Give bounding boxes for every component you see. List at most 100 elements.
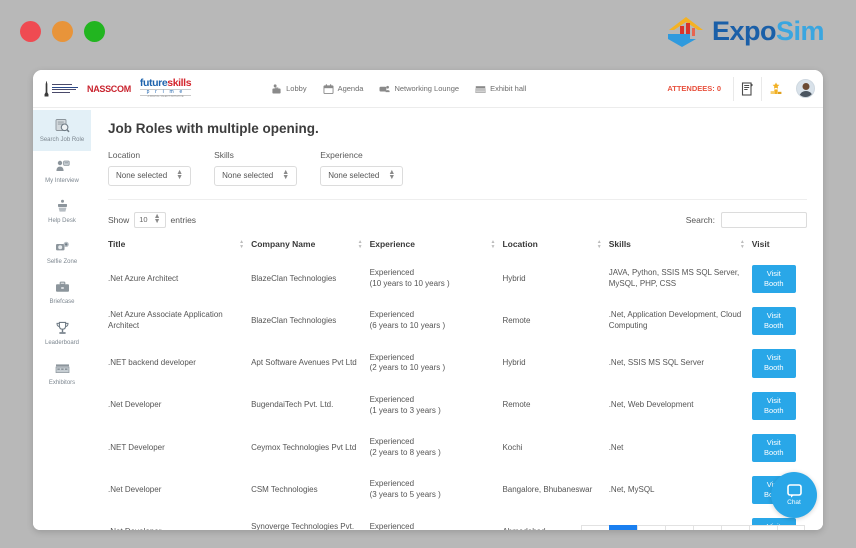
visit-booth-button[interactable]: VisitBooth — [751, 307, 796, 336]
sidebar-item-briefcase-label: Briefcase — [49, 299, 75, 305]
cell-visit: VisitBooth — [751, 258, 807, 300]
filter-skills-select[interactable]: None selected ▲ ▼ — [214, 166, 298, 186]
cell-location: Remote — [502, 315, 531, 325]
cell-visit: VisitBooth — [751, 300, 807, 342]
sort-icon: ▲ ▼ — [490, 238, 496, 251]
column-header-visit-label: Visit — [751, 238, 770, 249]
filter-location-value: None selected — [116, 171, 168, 181]
job-roles-table: Title ▲ ▼ Company Name ▲ ▼ Experience ▲ ▼ Loca… — [108, 239, 807, 530]
chat-widget-button[interactable]: Chat — [771, 472, 817, 518]
sidebar-item-my-interview-label: My Interview — [45, 177, 79, 184]
leaderboard-button[interactable] — [761, 76, 789, 101]
filter-experience-select[interactable]: None selected ▲ ▼ — [320, 166, 404, 186]
column-header-experience-label: Experience — [369, 238, 415, 249]
cell-title: .Net Developer — [108, 484, 162, 494]
visit-booth-line2: Booth — [763, 447, 784, 457]
nav-item-networking-lounge[interactable]: Networking Lounge — [379, 84, 459, 94]
sort-icon: ▲ ▼ — [596, 238, 602, 251]
pagination-button[interactable] — [581, 525, 609, 530]
nav-item-agenda[interactable]: Agenda — [323, 83, 363, 94]
primary-nav: Lobby Agenda Networking Lounge Exhibit h… — [271, 83, 526, 94]
experience-level: Experienced — [369, 268, 415, 278]
visit-booth-button[interactable]: VisitBooth — [751, 264, 796, 294]
cell-company: CSM Technologies — [251, 484, 318, 494]
cell-company: BlazeClan Technologies — [251, 315, 337, 325]
cell-experience: Experienced (2 years to 8 years ) — [370, 427, 503, 469]
chevron-updown-icon: ▲ ▼ — [388, 169, 396, 181]
sidebar-item-briefcase[interactable]: Briefcase — [33, 272, 91, 313]
government-emblem-logo — [43, 80, 78, 97]
cell-location: Hybrid — [502, 273, 526, 283]
cell-visit: VisitBooth — [751, 385, 807, 427]
column-header-company[interactable]: Company Name ▲ ▼ — [251, 239, 370, 258]
table-body: .Net Azure Architect BlazeClan Technologi… — [108, 258, 807, 530]
visit-booth-button[interactable]: VisitBooth — [751, 391, 796, 420]
filter-experience-label: Experience — [320, 150, 363, 160]
column-header-location[interactable]: Location ▲ ▼ — [502, 239, 608, 258]
sidebar-item-search-job-role[interactable]: Search Job Role — [33, 110, 91, 151]
exhibitors-icon — [35, 360, 89, 377]
visit-booth-button[interactable]: VisitBooth — [751, 433, 796, 463]
pagination-button[interactable] — [777, 525, 805, 530]
sidebar-item-my-interview[interactable]: My Interview — [33, 151, 91, 192]
show-entries-prefix: Show — [108, 214, 130, 225]
cell-experience: Experienced(1 years to 5 years ) — [370, 511, 503, 530]
brand-sim-text: Sim — [775, 15, 825, 46]
column-header-skills[interactable]: Skills ▲ ▼ — [609, 239, 752, 258]
sidebar-item-help-desk-label: Help Desk — [48, 218, 76, 224]
brand-wordmark: ExpoSim — [712, 15, 825, 47]
chevron-updown-icon: ▲ ▼ — [176, 169, 184, 181]
filter-skills-label: Skills — [214, 150, 234, 160]
visit-booth-button[interactable]: VisitBooth — [751, 349, 796, 378]
cell-title: .Net Azure Associate Application Archite… — [108, 310, 223, 331]
sidebar-item-help-desk[interactable]: Help Desk — [33, 191, 91, 232]
cell-skills: .Net, Web Development — [608, 400, 694, 410]
pagination-button[interactable] — [693, 525, 721, 530]
column-header-skills-label: Skills — [608, 238, 631, 249]
pagination-button[interactable] — [749, 525, 777, 530]
sidebar-item-leaderboard[interactable]: Leaderboard — [33, 313, 91, 354]
trophy-leaderboard-icon — [770, 82, 781, 94]
briefcase-document-button[interactable] — [733, 76, 761, 101]
experience-level: Experienced — [369, 521, 415, 530]
fs-tagline-text: A DIGITAL TALENT INITIATIVE — [147, 95, 184, 99]
minimize-button[interactable] — [52, 21, 73, 42]
table-row: .Net Azure Architect BlazeClan Technologi… — [108, 258, 807, 300]
column-header-experience[interactable]: Experience ▲ ▼ — [370, 239, 503, 258]
maximize-button[interactable] — [84, 21, 105, 42]
column-header-title[interactable]: Title ▲ ▼ — [108, 239, 251, 258]
window-traffic-lights — [20, 21, 105, 42]
experience-range: (1 years to 3 years ) — [369, 405, 441, 415]
chat-bubble-icon — [786, 484, 802, 498]
pagination-button[interactable] — [609, 525, 637, 530]
cell-visit: VisitBooth — [751, 342, 807, 384]
lobby-icon — [272, 83, 281, 94]
sidebar-item-exhibitors[interactable]: Exhibitors — [33, 353, 91, 394]
entries-count-select[interactable]: 10 ▲ ▼ — [134, 211, 166, 228]
cell-experience: Experienced (10 years to 10 years ) — [370, 258, 503, 300]
user-avatar[interactable] — [796, 79, 815, 98]
visit-booth-line2: Booth — [763, 405, 784, 415]
pagination-button[interactable] — [721, 525, 749, 530]
experience-level: Experienced — [369, 310, 415, 320]
search-input[interactable] — [721, 211, 807, 228]
pagination-button[interactable] — [637, 525, 665, 530]
filter-bar: Location None selected ▲ ▼ Skills None se… — [108, 150, 807, 200]
nav-item-exhibit-hall[interactable]: Exhibit hall — [475, 84, 526, 94]
top-navbar: NASSCOM futureskills p r i m e A DIGITAL… — [33, 70, 823, 108]
sidebar-item-exhibitors-label: Exhibitors — [48, 380, 76, 386]
calendar-icon — [323, 83, 334, 94]
table-search: Search: — [686, 211, 807, 228]
cell-skills: .Net, SSIS MS SQL Server — [608, 358, 704, 367]
nav-item-lobby[interactable]: Lobby — [271, 83, 307, 94]
close-button[interactable] — [20, 21, 41, 42]
sidebar-item-selfie-zone-label: Selfie Zone — [46, 258, 78, 265]
briefcase-icon — [35, 279, 89, 296]
sort-icon: ▲ ▼ — [739, 238, 745, 251]
pagination-button[interactable] — [665, 525, 693, 530]
visit-booth-line1: Visit — [766, 311, 781, 321]
filter-location-select[interactable]: None selected ▲ ▼ — [108, 166, 192, 186]
cell-location: Hybrid — [502, 358, 526, 367]
sidebar-item-selfie-zone[interactable]: Selfie Zone — [33, 232, 91, 273]
cell-title: .Net Azure Architect — [108, 273, 179, 283]
